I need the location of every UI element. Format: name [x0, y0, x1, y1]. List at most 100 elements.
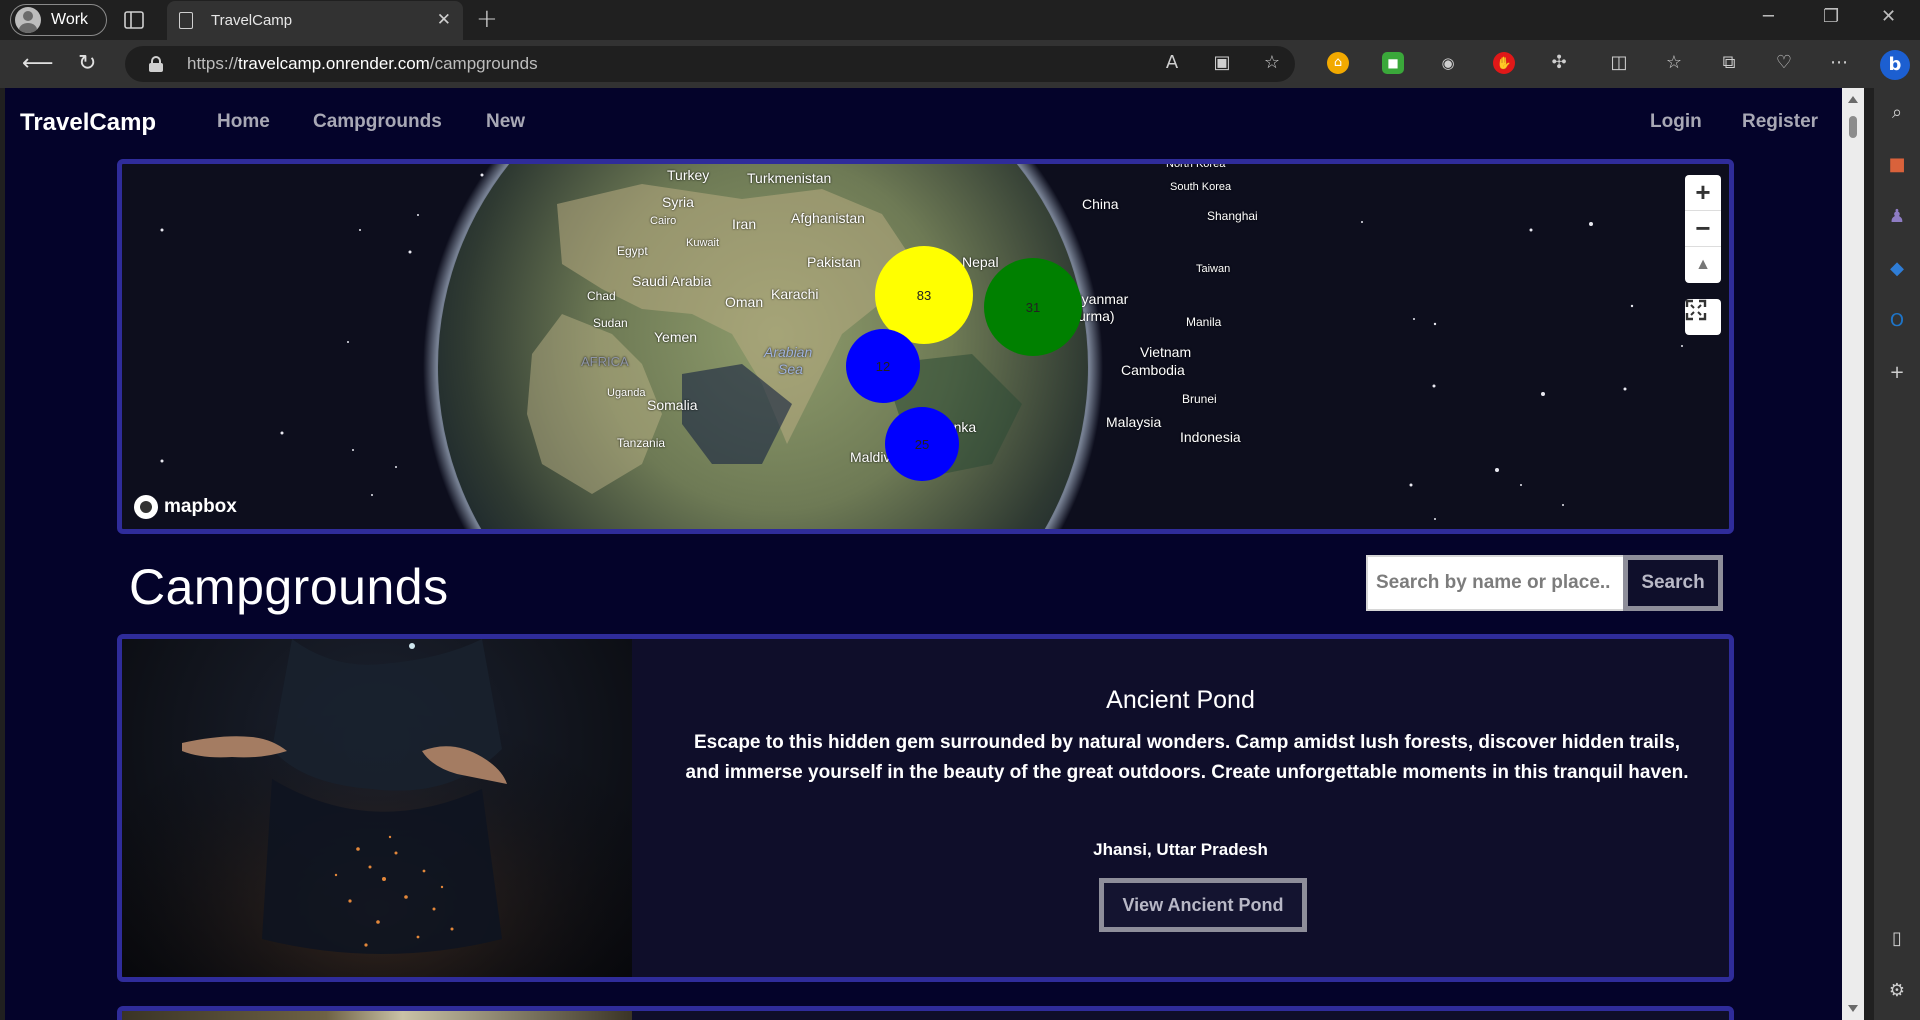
refresh-icon[interactable]: ↻ [78, 51, 96, 76]
page-icon [179, 12, 193, 29]
scroll-down-icon[interactable] [1848, 1005, 1858, 1012]
campground-card-body: Ancient Pond Escape to this hidden gem s… [632, 639, 1729, 977]
scroll-up-icon[interactable] [1848, 96, 1858, 103]
workspaces-icon[interactable] [122, 8, 146, 32]
tab-travelcamp[interactable]: TravelCamp ✕ [167, 1, 463, 40]
site-navbar: TravelCamp Home Campgrounds New Login Re… [5, 88, 1842, 158]
hide-sidebar-icon[interactable]: ▯ [1886, 928, 1908, 950]
search-input[interactable] [1366, 555, 1623, 611]
fullscreen-icon[interactable] [1685, 299, 1721, 335]
map-label: Manila [1186, 315, 1222, 329]
map-label: Taiwan [1196, 263, 1231, 275]
campground-card [117, 1006, 1734, 1020]
zoom-out-icon[interactable]: − [1685, 211, 1721, 247]
settings-gear-icon[interactable]: ⚙ [1886, 980, 1908, 1002]
split-screen-icon[interactable]: ◫ [1608, 52, 1630, 74]
games-icon[interactable]: ♟ [1886, 206, 1908, 228]
scroll-thumb[interactable] [1849, 116, 1857, 138]
tab-title: TravelCamp [211, 12, 293, 29]
map-label: Vietnam [1140, 344, 1192, 360]
page-viewport: TravelCamp Home Campgrounds New Login Re… [5, 88, 1842, 1020]
mapbox-attribution[interactable]: mapbox [134, 495, 237, 519]
map-cluster-marker[interactable]: 31 [984, 258, 1082, 356]
lock-icon [149, 56, 163, 72]
map-label: Saudi Arabia [632, 273, 712, 289]
map-label: Indonesia [1180, 429, 1241, 445]
close-window-icon[interactable]: ✕ [1881, 6, 1896, 27]
collections-icon[interactable]: ⧉ [1718, 52, 1740, 74]
url-text: https://travelcamp.onrender.com/campgrou… [187, 54, 538, 73]
profile-button[interactable]: Work [10, 4, 107, 36]
browser-tab-bar: Work TravelCamp ✕ + ─ ❐ ✕ [0, 0, 1920, 40]
favorites-icon[interactable]: ☆ [1663, 52, 1685, 74]
mapbox-logo-icon [134, 495, 158, 519]
more-menu-icon[interactable]: ⋯ [1828, 52, 1850, 74]
map-label: AFRICA [581, 354, 629, 369]
red-extension-icon[interactable]: ✋ [1493, 52, 1515, 74]
campground-description: Escape to this hidden gem surrounded by … [685, 732, 1689, 783]
outlook-icon[interactable]: O [1886, 310, 1908, 332]
read-aloud-icon[interactable]: A [1161, 52, 1183, 74]
nav-link-campgrounds[interactable]: Campgrounds [313, 111, 442, 133]
map-label: Turkey [667, 167, 710, 183]
page-title: Campgrounds [129, 559, 449, 615]
add-sidebar-app-icon[interactable]: + [1886, 362, 1908, 384]
map-label: Karachi [771, 286, 819, 302]
map-label: Sudan [593, 316, 628, 330]
campground-location: Jhansi, Uttar Pradesh [1093, 840, 1268, 859]
zoom-controls: + − ▲ [1685, 175, 1721, 283]
map-label: Shanghai [1207, 209, 1258, 223]
map-label: Arabian [764, 344, 813, 360]
map-cluster-marker[interactable]: 12 [846, 329, 920, 403]
extension-icon[interactable]: ◉ [1437, 52, 1459, 74]
map-label: North Korea [1166, 159, 1226, 170]
nav-link-login[interactable]: Login [1650, 111, 1702, 133]
zoom-in-icon[interactable]: + [1685, 175, 1721, 211]
url-field[interactable]: https://travelcamp.onrender.com/campgrou… [125, 46, 1295, 82]
page-scrollbar[interactable] [1842, 88, 1864, 1020]
copilot-icon[interactable]: b [1880, 50, 1910, 80]
campground-card: Ancient Pond Escape to this hidden gem s… [117, 634, 1734, 982]
address-bar-row: ⟵ ↻ https://travelcamp.onrender.com/camp… [0, 40, 1920, 88]
map-label: Turkmenistan [747, 170, 832, 186]
compass-icon[interactable]: ▲ [1685, 247, 1721, 283]
map-label: Sea [778, 361, 803, 377]
extensions-puzzle-icon[interactable]: ✣ [1548, 52, 1570, 74]
minimize-icon[interactable]: ─ [1763, 6, 1774, 27]
map-label: Brunei [1182, 392, 1217, 406]
profile-label: Work [51, 11, 89, 28]
view-campground-button[interactable]: View Ancient Pond [1099, 878, 1307, 932]
office-icon[interactable]: ◆ [1886, 258, 1908, 280]
map-label: Cairo [650, 215, 677, 227]
green-extension-icon[interactable]: ■ [1382, 52, 1404, 74]
map-label: Kuwait [686, 237, 720, 249]
map-label: Pakistan [807, 254, 861, 270]
brand-logo[interactable]: TravelCamp [20, 109, 156, 137]
map-label: Syria [662, 194, 694, 210]
map-label: Malaysia [1106, 414, 1162, 430]
immersive-reader-icon[interactable]: ▣ [1211, 52, 1233, 74]
browser-essentials-icon[interactable]: ♡ [1773, 52, 1795, 74]
campground-image [122, 639, 632, 977]
home-extension-icon[interactable]: ⌂ [1327, 52, 1349, 74]
tools-icon[interactable]: ■ [1886, 154, 1908, 176]
back-icon[interactable]: ⟵ [22, 51, 54, 76]
close-tab-icon[interactable]: ✕ [437, 10, 451, 30]
map-label: Afghanistan [791, 210, 865, 226]
favorite-star-icon[interactable]: ☆ [1261, 52, 1283, 74]
map-label: Yemen [654, 329, 698, 345]
search-button[interactable]: Search [1623, 555, 1723, 611]
map-cluster-marker[interactable]: 25 [885, 407, 959, 481]
nav-link-home[interactable]: Home [217, 111, 270, 133]
campfire-photo [122, 639, 632, 977]
nav-link-new[interactable]: New [486, 111, 525, 133]
search-form: Search [1366, 555, 1723, 611]
restore-icon[interactable]: ❐ [1823, 6, 1839, 27]
nav-link-register[interactable]: Register [1742, 111, 1818, 133]
cluster-map[interactable]: Turkey Turkmenistan Syria Cairo Iran Afg… [117, 159, 1734, 534]
map-label: Somalia [647, 397, 698, 413]
campground-title: Ancient Pond [1106, 686, 1255, 714]
map-label: Tanzania [617, 436, 666, 450]
new-tab-icon[interactable]: + [476, 4, 498, 34]
search-icon[interactable]: ⌕ [1886, 102, 1908, 124]
